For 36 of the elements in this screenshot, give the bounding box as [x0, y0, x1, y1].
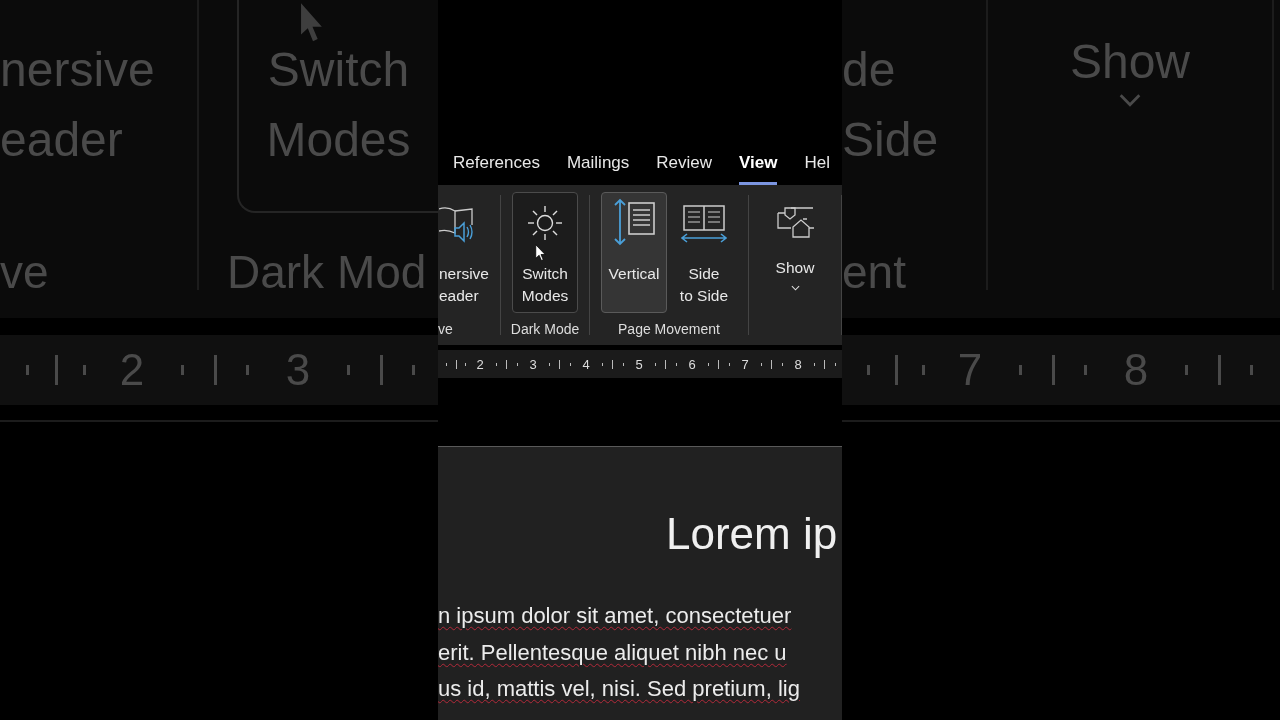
button-label: nersive eader [0, 42, 155, 168]
group-label: ent [842, 245, 906, 300]
ribbon-button[interactable]: nersive eader [438, 192, 490, 313]
paragraph-line: us id, mattis vel, nisi. Sed pretium, lig [438, 675, 801, 703]
group-label: Page Movement [618, 320, 720, 339]
page-vertical-arrow-icon [612, 198, 656, 246]
paragraph-line: erit. Pellentesque aliquet nibh nec u [438, 638, 788, 667]
paragraph-line: n ipsum dolor sit amet, consectetuer [438, 602, 793, 630]
ruler-number: 5 [634, 356, 644, 372]
group-label: ve [0, 245, 49, 300]
ruler-number: 3 [528, 356, 538, 372]
ruler-number: 3 [284, 345, 312, 395]
ribbon-tab[interactable]: Mailings [566, 140, 630, 185]
ruler-number: 2 [475, 356, 485, 372]
ribbon-tab[interactable]: Hel [804, 140, 830, 185]
book-horizontal-arrow-icon [681, 203, 727, 243]
ruler-number: 4 [581, 356, 591, 372]
ruler-number: 7 [956, 345, 984, 395]
document-title: Lorem ip [665, 509, 839, 559]
ruler-number: 8 [1122, 345, 1150, 395]
ribbon-button[interactable]: Side to Side [671, 192, 737, 313]
group-label: ve [438, 320, 453, 339]
pointer-icon [535, 244, 547, 262]
ribbon-tab[interactable]: References [453, 140, 540, 185]
ruler-number: 2 [118, 345, 146, 395]
ribbon-tab[interactable]: Review [656, 140, 713, 185]
group-label: Dark Mod [227, 245, 427, 300]
ribbon-button[interactable]: Vertical [601, 192, 667, 313]
ruler-number: 7 [740, 356, 750, 372]
ribbon-button[interactable]: Switch Modes [512, 192, 578, 313]
ruler-number: 8 [793, 356, 803, 372]
button-label: de Side [842, 42, 939, 168]
sun-icon [525, 203, 565, 243]
ribbon-button[interactable]: Show [760, 192, 830, 313]
group-label: Dark Mode [510, 320, 580, 339]
ruler-number: 6 [687, 356, 697, 372]
